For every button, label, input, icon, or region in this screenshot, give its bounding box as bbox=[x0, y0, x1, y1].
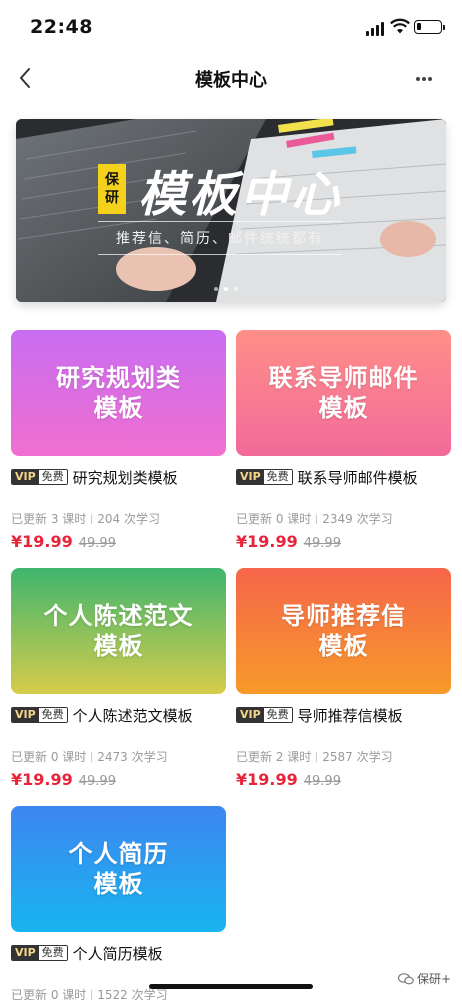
meta-divider bbox=[316, 514, 318, 524]
free-label: 免费 bbox=[38, 708, 67, 722]
status-time: 22:48 bbox=[30, 16, 93, 38]
course-card[interactable]: 联系导师邮件 模板 VIP 免费 联系导师邮件模板 已更新 0 课时 2349 次学习 ¥19… bbox=[236, 330, 451, 551]
current-price: ¥19.99 bbox=[236, 770, 298, 789]
course-updated: 已更新 0 课时 bbox=[11, 750, 87, 764]
course-learners: 2349 次学习 bbox=[322, 512, 393, 526]
course-card[interactable]: 导师推荐信 模板 VIP 免费 导师推荐信模板 已更新 2 课时 2587 次学习 ¥19.9… bbox=[236, 568, 451, 789]
battery-icon bbox=[414, 20, 445, 34]
meta-divider bbox=[91, 990, 93, 1000]
more-button[interactable] bbox=[408, 62, 440, 94]
course-cover: 个人陈述范文 模板 bbox=[11, 568, 226, 694]
course-meta: 已更新 0 课时 2349 次学习 bbox=[236, 510, 393, 527]
course-cover-line: 研究规划类 bbox=[56, 364, 181, 392]
current-price: ¥19.99 bbox=[11, 532, 73, 551]
vip-free-badge: VIP 免费 bbox=[11, 945, 68, 961]
wechat-icon bbox=[398, 972, 414, 984]
status-bar: 22:48 bbox=[0, 0, 462, 56]
course-updated: 已更新 3 课时 bbox=[11, 512, 87, 526]
vip-label: VIP bbox=[237, 708, 264, 722]
course-cover: 研究规划类 模板 bbox=[11, 330, 226, 456]
course-cover-line: 模板 bbox=[318, 632, 369, 660]
nav-bar: 模板中心 bbox=[0, 56, 462, 100]
current-price: ¥19.99 bbox=[236, 532, 298, 551]
course-cover-line: 个人简历 bbox=[68, 840, 169, 868]
course-meta: 已更新 2 课时 2587 次学习 bbox=[236, 748, 393, 765]
vip-label: VIP bbox=[237, 470, 264, 484]
course-card[interactable]: 个人简历 模板 VIP 免费 个人简历模板 已更新 0 课时 1522 次学习 bbox=[11, 806, 226, 1000]
course-meta: 已更新 0 课时 1522 次学习 bbox=[11, 986, 168, 1000]
course-cover-line: 模板 bbox=[93, 632, 144, 660]
banner[interactable]: 保 研 模板中心 推荐信、简历、邮件统统都有 bbox=[16, 119, 446, 302]
vip-free-badge: VIP 免费 bbox=[236, 469, 293, 485]
free-label: 免费 bbox=[263, 470, 292, 484]
vip-label: VIP bbox=[12, 708, 39, 722]
free-label: 免费 bbox=[263, 708, 292, 722]
course-learners: 204 次学习 bbox=[97, 512, 160, 526]
page-title: 模板中心 bbox=[195, 70, 267, 91]
course-cover-line: 联系导师邮件 bbox=[268, 364, 419, 392]
course-cover-line: 模板 bbox=[93, 394, 144, 422]
course-title-row: VIP 免费 联系导师邮件模板 bbox=[236, 466, 451, 488]
home-indicator[interactable] bbox=[149, 984, 313, 989]
signal-icon bbox=[366, 22, 386, 36]
banner-subtitle: 推荐信、简历、邮件统统都有 bbox=[98, 221, 342, 255]
course-cover-line: 模板 bbox=[93, 870, 144, 898]
course-cover-line: 个人陈述范文 bbox=[43, 602, 194, 630]
page: 22:48 模板中心 保 研 模板中心 推荐信、简历、邮件统统都有 研究规划类 … bbox=[0, 0, 462, 1000]
meta-divider bbox=[91, 752, 93, 762]
course-price: ¥19.99 49.99 bbox=[236, 532, 341, 551]
banner-badge-line-1: 保 bbox=[105, 172, 119, 188]
course-title: 联系导师邮件模板 bbox=[297, 468, 418, 487]
course-meta: 已更新 0 课时 2473 次学习 bbox=[11, 748, 168, 765]
course-title: 个人简历模板 bbox=[72, 944, 163, 963]
free-label: 免费 bbox=[38, 470, 67, 484]
course-cover-line: 模板 bbox=[318, 394, 369, 422]
course-card[interactable]: 研究规划类 模板 VIP 免费 研究规划类模板 已更新 3 课时 204 次学习 ¥19.99… bbox=[11, 330, 226, 551]
watermark: 保研+ bbox=[398, 970, 451, 987]
course-title-row: VIP 免费 研究规划类模板 bbox=[11, 466, 226, 488]
watermark-text: 保研+ bbox=[417, 972, 452, 986]
course-title: 个人陈述范文模板 bbox=[72, 706, 193, 725]
course-learners: 1522 次学习 bbox=[97, 988, 168, 1000]
vip-label: VIP bbox=[12, 470, 39, 484]
banner-badge: 保 研 bbox=[98, 164, 126, 214]
carousel-indicator bbox=[214, 287, 254, 293]
wifi-icon bbox=[390, 18, 410, 34]
meta-divider bbox=[91, 514, 93, 524]
course-cover: 联系导师邮件 模板 bbox=[236, 330, 451, 456]
course-updated: 已更新 0 课时 bbox=[236, 512, 312, 526]
course-price: ¥19.99 49.99 bbox=[236, 770, 341, 789]
course-price: ¥19.99 49.99 bbox=[11, 532, 116, 551]
meta-divider bbox=[316, 752, 318, 762]
battery-level bbox=[417, 23, 422, 30]
course-cover-line: 导师推荐信 bbox=[281, 602, 406, 630]
course-title-row: VIP 免费 个人简历模板 bbox=[11, 942, 226, 964]
course-learners: 2587 次学习 bbox=[322, 750, 393, 764]
course-title: 研究规划类模板 bbox=[72, 468, 178, 487]
course-title: 导师推荐信模板 bbox=[297, 706, 403, 725]
free-label: 免费 bbox=[38, 946, 67, 960]
original-price: 49.99 bbox=[303, 774, 341, 789]
course-price: ¥19.99 49.99 bbox=[11, 770, 116, 789]
current-price: ¥19.99 bbox=[11, 770, 73, 789]
original-price: 49.99 bbox=[78, 774, 116, 789]
course-title-row: VIP 免费 个人陈述范文模板 bbox=[11, 704, 226, 726]
vip-free-badge: VIP 免费 bbox=[11, 707, 68, 723]
original-price: 49.99 bbox=[78, 536, 116, 551]
course-card[interactable]: 个人陈述范文 模板 VIP 免费 个人陈述范文模板 已更新 0 课时 2473 次学习 ¥19… bbox=[11, 568, 226, 789]
vip-label: VIP bbox=[12, 946, 39, 960]
course-cover: 导师推荐信 模板 bbox=[236, 568, 451, 694]
course-updated: 已更新 2 课时 bbox=[236, 750, 312, 764]
vip-free-badge: VIP 免费 bbox=[11, 469, 68, 485]
course-learners: 2473 次学习 bbox=[97, 750, 168, 764]
banner-badge-line-2: 研 bbox=[105, 190, 119, 206]
course-cover: 个人简历 模板 bbox=[11, 806, 226, 932]
original-price: 49.99 bbox=[303, 536, 341, 551]
banner-title: 模板中心 bbox=[138, 167, 343, 223]
vip-free-badge: VIP 免费 bbox=[236, 707, 293, 723]
course-title-row: VIP 免费 导师推荐信模板 bbox=[236, 704, 451, 726]
course-meta: 已更新 3 课时 204 次学习 bbox=[11, 510, 160, 527]
course-updated: 已更新 0 课时 bbox=[11, 988, 87, 1000]
